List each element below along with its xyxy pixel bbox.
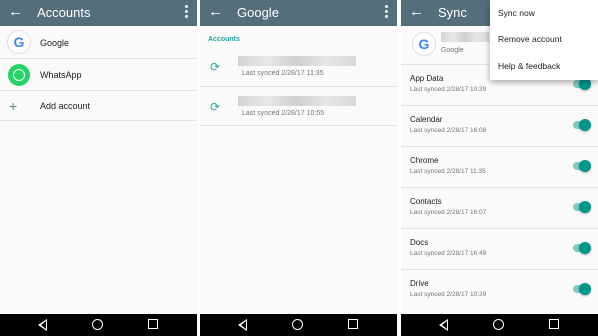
- toolbar: ← Accounts: [0, 0, 197, 26]
- sync-item-label: Drive: [410, 279, 429, 288]
- back-arrow-icon[interactable]: ←: [8, 3, 23, 21]
- nav-home-icon[interactable]: [92, 319, 103, 330]
- sync-screen: ← Sync G Google App Data Last synced 2/2…: [401, 0, 598, 336]
- sync-item-label: Docs: [410, 238, 429, 247]
- nav-bar: [200, 314, 397, 336]
- redacted-email: [238, 56, 356, 66]
- more-options-icon[interactable]: [385, 4, 389, 20]
- sync-item-label: App Data: [410, 74, 444, 83]
- sync-item-calendar[interactable]: Calendar Last synced 2/28/17 16:08: [401, 106, 598, 147]
- last-synced-text: Last synced 2/28/17 16:49: [410, 250, 487, 257]
- sync-item-drive[interactable]: Drive Last synced 2/28/17 10:39: [401, 270, 598, 310]
- plus-icon: +: [9, 98, 18, 114]
- sync-toggle[interactable]: [573, 201, 591, 213]
- sync-icon: ⟳: [210, 60, 221, 74]
- redacted-email: [441, 32, 489, 42]
- nav-back-icon[interactable]: [238, 319, 247, 331]
- sync-item-docs[interactable]: Docs Last synced 2/28/17 16:49: [401, 229, 598, 270]
- last-synced-text: Last synced 2/28/17 11:35: [410, 168, 486, 175]
- nav-recents-icon[interactable]: [348, 319, 358, 329]
- add-account-item[interactable]: + Add account: [0, 91, 197, 121]
- page-title: Sync: [438, 5, 467, 20]
- nav-home-icon[interactable]: [493, 319, 504, 330]
- sync-toggle[interactable]: [573, 78, 591, 90]
- overflow-menu: Sync now Remove account Help & feedback: [490, 0, 598, 80]
- redacted-email: [238, 96, 356, 106]
- sync-item-label: Chrome: [410, 156, 439, 165]
- menu-item-help-feedback[interactable]: Help & feedback: [498, 61, 560, 71]
- google-icon: G: [413, 33, 435, 55]
- account-type-label: Google: [441, 47, 464, 54]
- sync-toggle[interactable]: [573, 160, 591, 172]
- sync-toggle[interactable]: [573, 283, 591, 295]
- nav-bar: [401, 314, 598, 336]
- nav-home-icon[interactable]: [292, 319, 303, 330]
- menu-item-sync-now[interactable]: Sync now: [498, 8, 535, 18]
- sync-item-contacts[interactable]: Contacts Last synced 2/28/17 16:07: [401, 188, 598, 229]
- back-arrow-icon[interactable]: ←: [208, 3, 223, 21]
- back-arrow-icon[interactable]: ←: [409, 3, 424, 21]
- last-synced-text: Last synced 2/28/17 10:39: [410, 291, 487, 298]
- account-item-google[interactable]: G Google: [0, 26, 197, 59]
- menu-item-remove-account[interactable]: Remove account: [498, 34, 562, 44]
- nav-recents-icon[interactable]: [148, 319, 158, 329]
- add-account-label: Add account: [40, 101, 91, 111]
- last-synced-text: Last synced 2/28/17 10:55: [242, 110, 325, 117]
- nav-bar: [0, 314, 197, 336]
- google-account-entry[interactable]: ⟳ Last synced 2/28/17 11:35: [200, 50, 397, 87]
- google-account-entry[interactable]: ⟳ Last synced 2/28/17 10:55: [200, 87, 397, 126]
- sync-item-chrome[interactable]: Chrome Last synced 2/28/17 11:35: [401, 147, 598, 188]
- accounts-screen: ← Accounts G Google WhatsApp + Add accou…: [0, 0, 197, 336]
- sync-toggle[interactable]: [573, 119, 591, 131]
- account-item-whatsapp[interactable]: WhatsApp: [0, 59, 197, 91]
- nav-recents-icon[interactable]: [549, 319, 559, 329]
- page-title: Accounts: [37, 5, 91, 20]
- section-header: Accounts: [208, 36, 240, 43]
- last-synced-text: Last synced 2/28/17 10:39: [410, 86, 487, 93]
- last-synced-text: Last synced 2/28/17 16:07: [410, 209, 487, 216]
- google-icon: G: [8, 31, 30, 53]
- nav-back-icon[interactable]: [439, 319, 448, 331]
- account-label: WhatsApp: [40, 70, 82, 80]
- sync-icon: ⟳: [210, 100, 221, 114]
- account-label: Google: [40, 38, 70, 48]
- last-synced-text: Last synced 2/28/17 11:35: [242, 70, 324, 77]
- more-options-icon[interactable]: [185, 4, 189, 20]
- page-title: Google: [237, 5, 279, 20]
- nav-back-icon[interactable]: [38, 319, 47, 331]
- google-accounts-screen: ← Google Accounts ⟳ Last synced 2/28/17 …: [200, 0, 397, 336]
- last-synced-text: Last synced 2/28/17 16:08: [410, 127, 487, 134]
- whatsapp-icon: [8, 64, 30, 86]
- sync-item-label: Contacts: [410, 197, 442, 206]
- sync-toggle[interactable]: [573, 242, 591, 254]
- toolbar: ← Google: [200, 0, 397, 26]
- sync-item-label: Calendar: [410, 115, 443, 124]
